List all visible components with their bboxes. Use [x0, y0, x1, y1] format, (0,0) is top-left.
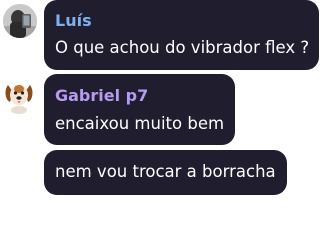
message-author[interactable]: Luís — [55, 12, 92, 30]
message-text: encaixou muito bem — [55, 114, 225, 133]
user-avatar-luis[interactable] — [3, 4, 37, 38]
message-text: nem vou trocar a borracha — [55, 162, 276, 181]
dog-avatar-icon — [2, 80, 36, 114]
message-bubble-luis[interactable]: Luís O que achou do vibrador flex ? — [44, 0, 319, 70]
message-author[interactable]: Gabriel p7 — [55, 87, 148, 105]
message-bubble-gabriel[interactable]: Gabriel p7 encaixou muito bem — [44, 74, 235, 145]
message-text: O que achou do vibrador flex ? — [55, 38, 310, 57]
user-avatar-gabriel[interactable] — [2, 80, 36, 114]
user-photo-avatar-icon — [3, 4, 37, 38]
chat-thread: Luís O que achou do vibrador flex ? Gabr… — [0, 0, 320, 246]
message-bubble-gabriel-followup[interactable]: nem vou trocar a borracha — [44, 150, 287, 195]
